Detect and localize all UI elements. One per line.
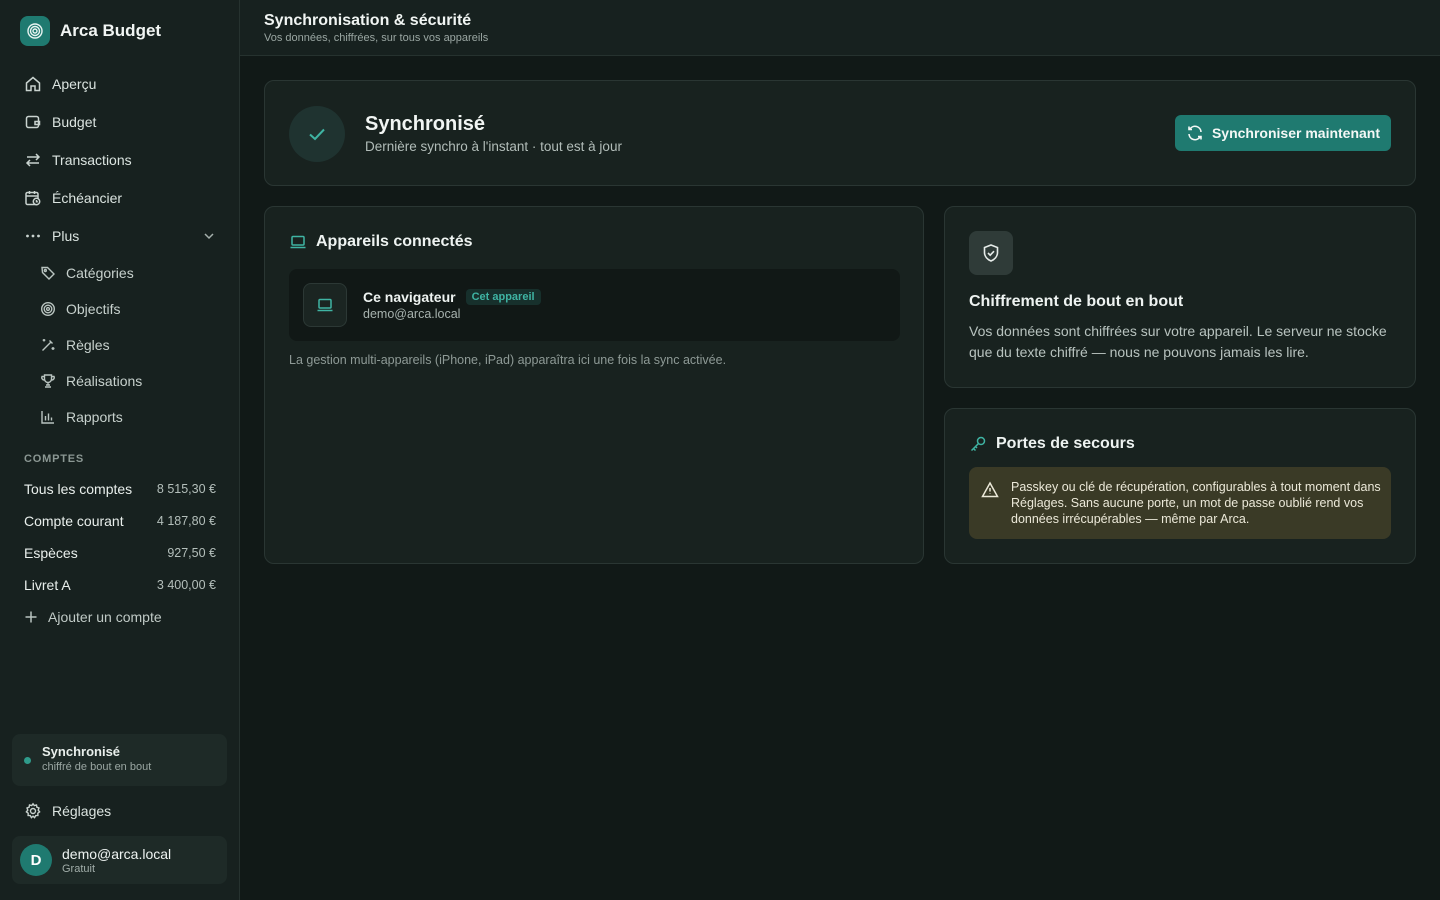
add-account-button[interactable]: Ajouter un compte: [24, 601, 216, 633]
device-item[interactable]: Ce navigateur Cet appareil demo@arca.loc…: [289, 269, 900, 341]
account-row[interactable]: Espèces 927,50 €: [24, 537, 216, 569]
nav-item-label: Plus: [52, 228, 80, 244]
brand-logo-icon: [20, 16, 50, 46]
trophy-icon: [40, 373, 56, 389]
account-balance: 8 515,30 €: [156, 482, 216, 496]
recovery-warning-text: Passkey ou clé de récupération, configur…: [1011, 480, 1381, 526]
account-balance: 3 400,00 €: [156, 578, 216, 592]
plus-icon: [24, 610, 38, 624]
user-email: demo@arca.local: [62, 845, 172, 862]
page-title: Synchronisation & sécurité: [264, 12, 472, 29]
status-title: Synchronisé: [365, 113, 486, 135]
encryption-text: Vos données sont chiffrées sur votre app…: [969, 323, 1387, 360]
bar-chart-icon: [40, 409, 56, 425]
nav-item-reglages[interactable]: Réglages: [12, 792, 228, 830]
account-name: Livret A: [24, 577, 71, 593]
nav-sub-item-rapports[interactable]: Rapports: [12, 399, 228, 435]
account-name: Tous les comptes: [24, 481, 133, 497]
wallet-icon: [24, 113, 42, 131]
recovery-warning: Passkey ou clé de récupération, configur…: [969, 467, 1391, 539]
sync-status-title: Synchronisé: [42, 744, 121, 759]
account-name: Compte courant: [24, 513, 124, 529]
nav-sub-item-label: Catégories: [66, 265, 134, 281]
account-row[interactable]: Compte courant 4 187,80 €: [24, 505, 216, 537]
recovery-title: Portes de secours: [996, 435, 1135, 452]
sync-now-button[interactable]: Synchroniser maintenant: [1175, 115, 1391, 151]
gear-icon: [24, 802, 42, 820]
nav-sub-item-regles[interactable]: Règles: [12, 327, 228, 363]
device-email: demo@arca.local: [363, 307, 461, 321]
device-name: Ce navigateur Cet appareil: [363, 289, 541, 305]
nav-item-label: Échéancier: [52, 190, 123, 206]
refresh-icon: [1186, 124, 1204, 142]
home-icon: [24, 75, 42, 93]
chevron-down-icon[interactable]: [202, 229, 216, 243]
devices-header: Appareils connectés: [289, 233, 473, 251]
target-icon: [40, 301, 56, 317]
shield-check-icon: [969, 231, 1013, 275]
nav-sub-item-realisations[interactable]: Réalisations: [12, 363, 228, 399]
device-name-text: Ce navigateur: [363, 289, 456, 305]
nav-item-plus[interactable]: Plus: [12, 217, 228, 255]
account-balance: 4 187,80 €: [156, 514, 216, 528]
arrows-icon: [24, 151, 42, 169]
recovery-header: Portes de secours: [969, 435, 1135, 453]
sync-status-card: Synchronisé Dernière synchro à l'instant…: [264, 80, 1416, 186]
avatar: D: [20, 844, 52, 876]
recovery-card: Portes de secours Passkey ou clé de récu…: [944, 408, 1416, 564]
user-info: demo@arca.local Gratuit: [62, 846, 171, 875]
current-device-badge: Cet appareil: [465, 289, 541, 305]
sidebar: Arca Budget Aperçu Budget Transactions É…: [0, 0, 240, 900]
nav-item-echeancier[interactable]: Échéancier: [12, 179, 228, 217]
connected-devices-card: Appareils connectés Ce navigateur Cet ap…: [264, 206, 924, 564]
nav-sub-item-label: Réalisations: [66, 373, 143, 389]
key-icon: [969, 435, 987, 453]
sync-status-dot: [24, 757, 31, 764]
nav-sub-item-label: Règles: [66, 337, 110, 353]
tag-icon: [40, 265, 56, 281]
accounts-section-label: COMPTES: [24, 453, 84, 465]
nav-item-transactions[interactable]: Transactions: [12, 141, 228, 179]
calendar-clock-icon: [24, 189, 42, 207]
wand-icon: [40, 337, 56, 353]
devices-title: Appareils connectés: [316, 233, 473, 250]
account-name: Espèces: [24, 545, 78, 561]
warning-icon: [981, 481, 999, 499]
nav-item-label: Réglages: [52, 803, 112, 819]
nav-sub-item-objectifs[interactable]: Objectifs: [12, 291, 228, 327]
laptop-icon: [289, 233, 307, 251]
devices-note: La gestion multi-appareils (iPhone, iPad…: [289, 353, 727, 367]
account-row[interactable]: Livret A 3 400,00 €: [24, 569, 216, 601]
account-row[interactable]: Tous les comptes 8 515,30 €: [24, 473, 216, 505]
nav-item-label: Transactions: [52, 152, 132, 168]
more-icon: [24, 227, 42, 245]
user-profile[interactable]: D demo@arca.local Gratuit: [12, 836, 227, 884]
nav-item-label: Aperçu: [52, 76, 97, 92]
nav-item-apercu[interactable]: Aperçu: [12, 65, 228, 103]
laptop-icon: [303, 283, 347, 327]
nav-sub-item-categories[interactable]: Catégories: [12, 255, 228, 291]
status-subtitle: Dernière synchro à l'instant · tout est …: [365, 139, 622, 154]
nav-item-budget[interactable]: Budget: [12, 103, 228, 141]
main-nav: Aperçu Budget Transactions Échéancier Pl…: [12, 65, 228, 435]
brand[interactable]: Arca Budget: [20, 16, 161, 46]
nav-item-label: Budget: [52, 114, 97, 130]
accounts-list: Tous les comptes 8 515,30 € Compte coura…: [24, 473, 216, 633]
account-balance: 927,50 €: [167, 546, 216, 560]
encryption-title: Chiffrement de bout en bout: [969, 293, 1184, 310]
user-plan: Gratuit: [62, 862, 96, 875]
sync-now-label: Synchroniser maintenant: [1211, 125, 1381, 141]
add-account-label: Ajouter un compte: [48, 609, 162, 625]
page-subtitle: Vos données, chiffrées, sur tous vos app…: [264, 32, 489, 44]
sync-status-subtitle: chiffré de bout en bout: [42, 761, 152, 773]
brand-name: Arca Budget: [60, 21, 162, 40]
check-icon: [289, 106, 345, 162]
sidebar-sync-status[interactable]: Synchronisé chiffré de bout en bout: [12, 734, 227, 786]
nav-sub-item-label: Objectifs: [66, 301, 121, 317]
page-header: Synchronisation & sécurité Vos données, …: [240, 0, 1440, 56]
nav-sub-item-label: Rapports: [66, 409, 123, 425]
encryption-card: Chiffrement de bout en bout Vos données …: [944, 206, 1416, 388]
